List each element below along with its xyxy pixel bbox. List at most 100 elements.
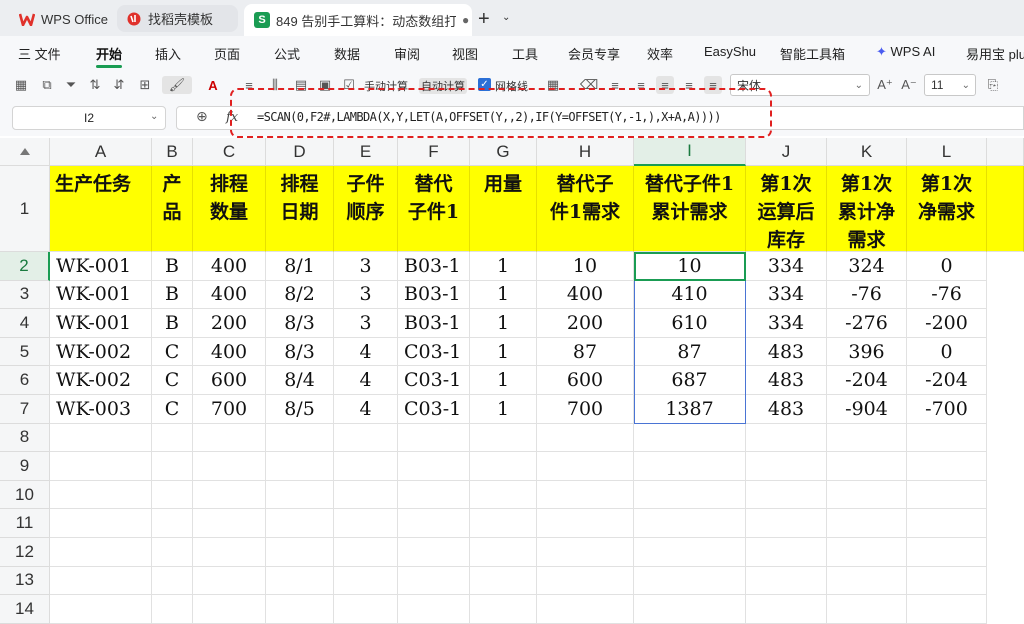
cell-E6[interactable]: 4 [334, 366, 398, 395]
cell-F5[interactable]: C03-1 [398, 337, 470, 367]
column-header-L[interactable]: L [907, 138, 987, 166]
header-cell-D1[interactable]: 排程 日期 [266, 166, 334, 252]
row-header-11[interactable]: 11 [0, 509, 50, 538]
tab-wps-office[interactable]: WPS Office [10, 5, 110, 33]
tab-docer-templates[interactable]: 找稻壳模板 [117, 5, 238, 32]
row-header-5[interactable]: 5 [0, 337, 50, 367]
cell-G6[interactable]: 1 [470, 366, 537, 395]
cell-E11[interactable] [334, 509, 398, 538]
header-cell-A1[interactable]: 生产任务 [50, 166, 152, 252]
cell-K3[interactable]: -76 [827, 280, 907, 310]
cell-H11[interactable] [537, 509, 634, 538]
column-header-E[interactable]: E [334, 138, 398, 166]
cell-B9[interactable] [152, 452, 193, 481]
cell-I12[interactable] [634, 538, 746, 567]
fill-color-icon[interactable]: 🖌 [162, 76, 192, 94]
cell-F12[interactable] [398, 538, 470, 567]
cell-K9[interactable] [827, 452, 907, 481]
cell-A12[interactable] [50, 538, 152, 567]
zoom-search-icon[interactable]: ⊕ [196, 108, 208, 125]
cell-A8[interactable] [50, 423, 152, 453]
cell-J8[interactable] [746, 423, 827, 453]
cell-H12[interactable] [537, 538, 634, 567]
tab-list-chevron-down-icon[interactable]: ⌄ [502, 12, 510, 23]
font-color-icon[interactable]: A [204, 76, 222, 94]
cell-K13[interactable] [827, 566, 907, 596]
row-header-13[interactable]: 13 [0, 566, 50, 596]
header-cell-overflow[interactable] [987, 166, 1024, 252]
menu-formulas[interactable]: 公式 [274, 44, 300, 63]
cell-H6[interactable]: 600 [537, 366, 634, 395]
cell-I5[interactable]: 87 [634, 337, 746, 367]
cell-G11[interactable] [470, 509, 537, 538]
cell-J4[interactable]: 334 [746, 309, 827, 338]
row-header-4[interactable]: 4 [0, 309, 50, 338]
cell-F8[interactable] [398, 423, 470, 453]
row-header-12[interactable]: 12 [0, 538, 50, 567]
cell-B4[interactable]: B [152, 309, 193, 338]
menu-home[interactable]: 开始 [96, 44, 122, 63]
cell-C6[interactable]: 600 [193, 366, 266, 395]
cell-F9[interactable] [398, 452, 470, 481]
row-header-6[interactable]: 6 [0, 366, 50, 395]
cell-D4[interactable]: 8/3 [266, 309, 334, 338]
cell-D9[interactable] [266, 452, 334, 481]
cell-C9[interactable] [193, 452, 266, 481]
cell-K6[interactable]: -204 [827, 366, 907, 395]
cell-K2[interactable]: 324 [827, 252, 907, 281]
cell-J9[interactable] [746, 452, 827, 481]
header-cell-J1[interactable]: 第1次 运算后 库存 [746, 166, 827, 252]
column-header-F[interactable]: F [398, 138, 470, 166]
cell-H9[interactable] [537, 452, 634, 481]
row-header-8[interactable]: 8 [0, 423, 50, 453]
cell-I9[interactable] [634, 452, 746, 481]
cell-F13[interactable] [398, 566, 470, 596]
cell-F4[interactable]: B03-1 [398, 309, 470, 338]
cell-F3[interactable]: B03-1 [398, 280, 470, 310]
cell-G12[interactable] [470, 538, 537, 567]
header-cell-L1[interactable]: 第1次 净需求 [907, 166, 987, 252]
header-cell-F1[interactable]: 替代 子件1 [398, 166, 470, 252]
cell-C2[interactable]: 400 [193, 252, 266, 281]
cell-C13[interactable] [193, 566, 266, 596]
column-header-A[interactable]: A [50, 138, 152, 166]
row-header-14[interactable]: 14 [0, 595, 50, 624]
cell-K14[interactable] [827, 595, 907, 624]
cell-D3[interactable]: 8/2 [266, 280, 334, 310]
cell-J12[interactable] [746, 538, 827, 567]
cell-B12[interactable] [152, 538, 193, 567]
row-header-2[interactable]: 2 [0, 252, 50, 281]
cell-H5[interactable]: 87 [537, 337, 634, 367]
cell-A2[interactable]: WK-001 [50, 252, 152, 281]
more-icon[interactable]: ⎘ [984, 76, 1002, 94]
cell-H10[interactable] [537, 480, 634, 510]
cell-G13[interactable] [470, 566, 537, 596]
borders-icon[interactable]: ⊞ [136, 76, 154, 94]
menu-smart-toolbox[interactable]: 智能工具箱 [780, 44, 845, 63]
column-header-B[interactable]: B [152, 138, 193, 166]
tab-active-document[interactable]: S 849 告别手工算料：动态数组打造 ● [244, 4, 472, 36]
menu-data[interactable]: 数据 [334, 44, 360, 63]
cell-L3[interactable]: -76 [907, 280, 987, 310]
column-header-J[interactable]: J [746, 138, 827, 166]
cell-B10[interactable] [152, 480, 193, 510]
cell-A4[interactable]: WK-001 [50, 309, 152, 338]
sort-ascending-icon[interactable]: ⇅ [86, 76, 104, 94]
menu-easyshu[interactable]: EasyShu [704, 44, 756, 59]
cell-F7[interactable]: C03-1 [398, 395, 470, 424]
cell-D6[interactable]: 8/4 [266, 366, 334, 395]
cell-L13[interactable] [907, 566, 987, 596]
cell-E7[interactable]: 4 [334, 395, 398, 424]
cell-E9[interactable] [334, 452, 398, 481]
cell-J5[interactable]: 483 [746, 337, 827, 367]
column-header-H[interactable]: H [537, 138, 634, 166]
cell-A9[interactable] [50, 452, 152, 481]
cell-B5[interactable]: C [152, 337, 193, 367]
cell-E13[interactable] [334, 566, 398, 596]
cell-J13[interactable] [746, 566, 827, 596]
row-header-1[interactable]: 1 [0, 166, 50, 252]
cell-G8[interactable] [470, 423, 537, 453]
cell-H8[interactable] [537, 423, 634, 453]
cell-L14[interactable] [907, 595, 987, 624]
name-box[interactable]: I2 [12, 106, 166, 130]
